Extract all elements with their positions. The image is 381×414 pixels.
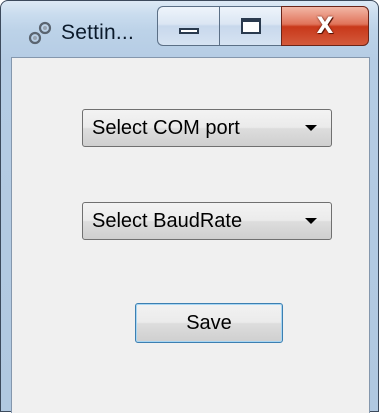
maximize-button[interactable]: [219, 6, 281, 46]
chevron-down-icon: [305, 218, 317, 224]
minimize-icon: [178, 28, 199, 34]
settings-window: Settin... X Select COM port Select BaudR…: [0, 0, 379, 413]
maximize-icon: [240, 18, 261, 34]
close-icon: X: [316, 13, 334, 39]
close-button[interactable]: X: [281, 6, 369, 46]
chevron-down-icon: [305, 125, 317, 131]
gear-chain-icon: [27, 20, 53, 46]
title-bar[interactable]: Settin... X: [1, 1, 378, 57]
client-area: Select COM port Select BaudRate Save: [11, 57, 370, 413]
baud-rate-select[interactable]: Select BaudRate: [82, 202, 332, 240]
caption-buttons: X: [157, 6, 369, 46]
save-button[interactable]: Save: [135, 303, 283, 343]
com-port-select-value: Select COM port: [92, 116, 240, 139]
window-title: Settin...: [61, 21, 135, 44]
baud-rate-select-value: Select BaudRate: [92, 209, 243, 232]
com-port-select[interactable]: Select COM port: [82, 109, 332, 147]
minimize-button[interactable]: [157, 6, 219, 46]
